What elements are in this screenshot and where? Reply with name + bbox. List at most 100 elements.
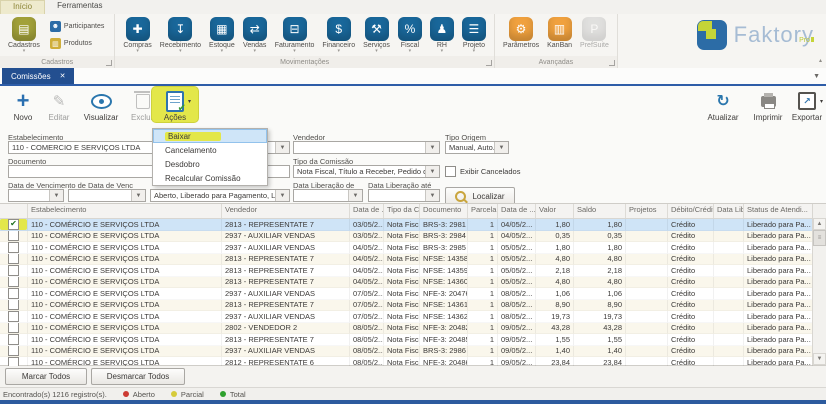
exportar-button[interactable]: ↗▾Exportar — [790, 87, 824, 122]
ribbon-button-recebimento[interactable]: ↧Recebimento▾ — [156, 17, 205, 53]
chevron-down-icon[interactable]: ▼ — [425, 190, 439, 201]
checkbox-cell[interactable] — [0, 334, 28, 346]
tipo-origem-select[interactable]: Manual, Auto...▼ — [445, 141, 509, 154]
marcar-todos-button[interactable]: Marcar Todos — [5, 368, 87, 385]
atualizar-button[interactable]: ↻Atualizar — [700, 87, 746, 122]
row-checkbox-icon[interactable] — [8, 254, 19, 265]
table-row[interactable]: ✔110 - COMÉRCIO E SERVIÇOS LTDA2813 - RE… — [0, 219, 813, 231]
exibir-cancelados-checkbox[interactable]: Exibir Cancelados — [445, 166, 520, 177]
ribbon-button-faturamento[interactable]: ⊟Faturamento▾ — [271, 17, 319, 53]
checkbox-icon[interactable] — [445, 166, 456, 177]
menu-item-desdobro[interactable]: Desdobro — [153, 157, 267, 171]
column-header-data-de-[interactable]: Data de ... — [350, 204, 384, 218]
checkbox-cell[interactable] — [0, 346, 28, 358]
table-row[interactable]: 110 - COMÉRCIO E SERVIÇOS LTDA2937 - AUX… — [0, 288, 813, 300]
table-row[interactable]: 110 - COMÉRCIO E SERVIÇOS LTDA2813 - REP… — [0, 265, 813, 277]
checkbox-cell[interactable]: ✔ — [0, 219, 28, 231]
column-header-tipo-da-com-[interactable]: Tipo da Com... — [384, 204, 420, 218]
ribbon-button-kanban[interactable]: ▥KanBan — [543, 17, 576, 49]
vertical-scrollbar[interactable]: ▲ ≡ ▼ — [812, 204, 826, 365]
row-checkbox-icon[interactable] — [8, 346, 19, 357]
data-liberacao-ate-select[interactable]: ▼ — [368, 189, 440, 202]
novo-button[interactable]: +Novo — [6, 87, 40, 122]
table-row[interactable]: 110 - COMÉRCIO E SERVIÇOS LTDA2813 - REP… — [0, 300, 813, 312]
imprimir-button[interactable]: Imprimir — [748, 87, 788, 122]
column-header-data-lib-[interactable]: Data Lib... — [714, 204, 744, 218]
column-header-status-de-atendi-[interactable]: Status de Atendi... — [744, 204, 813, 218]
data-vencimento-ate-select[interactable]: ▼ — [68, 189, 146, 202]
column-header-saldo[interactable]: Saldo — [574, 204, 626, 218]
column-header-debito-credito[interactable]: Débito/Crédito — [668, 204, 714, 218]
tab-close-icon[interactable]: ✕ — [60, 72, 66, 80]
status-select[interactable]: Aberto, Liberado para Pagamento, Li...▼ — [150, 189, 290, 202]
column-header-parcela-n-[interactable]: Parcela Nº — [468, 204, 498, 218]
data-liberacao-de-select[interactable]: ▼ — [293, 189, 363, 202]
vendedor-select[interactable]: ▼ — [293, 141, 440, 154]
table-row[interactable]: 110 - COMÉRCIO E SERVIÇOS LTDA2802 - VEN… — [0, 323, 813, 335]
scrollbar-thumb[interactable]: ≡ — [813, 230, 826, 246]
column-header-vendedor[interactable]: Vendedor — [222, 204, 350, 218]
row-checkbox-icon[interactable] — [8, 323, 19, 334]
chevron-down-icon[interactable]: ▼ — [494, 142, 508, 153]
row-checkbox-icon[interactable] — [8, 242, 19, 253]
ribbon-button-projeto[interactable]: ☰Projeto▾ — [458, 17, 490, 53]
column-header-projetos[interactable]: Projetos — [626, 204, 668, 218]
table-row[interactable]: 110 - COMÉRCIO E SERVIÇOS LTDA2813 - REP… — [0, 254, 813, 266]
table-row[interactable]: 110 - COMÉRCIO E SERVIÇOS LTDA2937 - AUX… — [0, 311, 813, 323]
dialog-launcher-icon[interactable] — [486, 60, 492, 66]
ribbon-button-participantes[interactable]: ☻Participantes — [50, 21, 104, 32]
row-checkbox-icon[interactable]: ✔ — [8, 219, 19, 230]
chevron-down-icon[interactable]: ▼ — [49, 190, 63, 201]
menu-item-baixar[interactable]: Baixar — [153, 129, 267, 143]
ribbon-button-financeiro[interactable]: $Financeiro▾ — [318, 17, 359, 53]
tipo-comissao-select[interactable]: Nota Fiscal, Título a Receber, Pedido de… — [293, 165, 440, 178]
table-row[interactable]: 110 - COMÉRCIO E SERVIÇOS LTDA2937 - AUX… — [0, 242, 813, 254]
checkbox-cell[interactable] — [0, 242, 28, 254]
ribbon-button-rh[interactable]: ♟RH▾ — [426, 17, 458, 53]
column-header-checkbox[interactable] — [0, 204, 28, 218]
row-checkbox-icon[interactable] — [8, 265, 19, 276]
checkbox-cell[interactable] — [0, 231, 28, 243]
chevron-down-icon[interactable]: ▼ — [275, 142, 289, 153]
ribbon-button-estoque[interactable]: ▦Estoque▾ — [205, 17, 239, 53]
row-checkbox-icon[interactable] — [8, 288, 19, 299]
table-row[interactable]: 110 - COMÉRCIO E SERVIÇOS LTDA2937 - AUX… — [0, 231, 813, 243]
tab-list-caret-icon[interactable]: ▼ — [813, 73, 820, 80]
ribbon-button-cadastros[interactable]: ▤Cadastros▾ — [4, 17, 44, 53]
menu-item-cancelamento[interactable]: Cancelamento — [153, 143, 267, 157]
checkbox-cell[interactable] — [0, 311, 28, 323]
row-checkbox-icon[interactable] — [8, 334, 19, 345]
row-checkbox-icon[interactable] — [8, 311, 19, 322]
desmarcar-todos-button[interactable]: Desmarcar Todos — [91, 368, 185, 385]
checkbox-cell[interactable] — [0, 277, 28, 289]
checkbox-cell[interactable] — [0, 288, 28, 300]
checkbox-cell[interactable] — [0, 323, 28, 335]
table-row[interactable]: 110 - COMÉRCIO E SERVIÇOS LTDA2813 - REP… — [0, 277, 813, 289]
scroll-up-icon[interactable]: ▲ — [813, 218, 826, 230]
ribbon-button-servicos[interactable]: ⚒Serviços▾ — [359, 17, 394, 53]
acoes-button[interactable]: ✔▾Ações — [152, 87, 198, 122]
table-row[interactable]: 110 - COMÉRCIO E SERVIÇOS LTDA2813 - REP… — [0, 334, 813, 346]
column-header-documento[interactable]: Documento — [420, 204, 468, 218]
visualizar-button[interactable]: Visualizar — [78, 87, 124, 122]
menu-item-recalcular-comissao[interactable]: Recalcular Comissão — [153, 171, 267, 185]
dialog-launcher-icon[interactable] — [106, 60, 112, 66]
chevron-down-icon[interactable]: ▼ — [348, 190, 362, 201]
ribbon-collapse-icon[interactable]: ▴ — [819, 57, 822, 64]
checkbox-cell[interactable] — [0, 300, 28, 312]
ribbon-button-fiscal[interactable]: %Fiscal▾ — [394, 17, 426, 53]
ribbon-button-compras[interactable]: ✚Compras▾ — [119, 17, 155, 53]
chevron-down-icon[interactable]: ▼ — [131, 190, 145, 201]
chevron-down-icon[interactable]: ▼ — [275, 190, 289, 201]
data-vencimento-de-select[interactable]: ▼ — [8, 189, 64, 202]
column-header-data-de-[interactable]: Data de ... — [498, 204, 536, 218]
row-checkbox-icon[interactable] — [8, 277, 19, 288]
checkbox-cell[interactable] — [0, 265, 28, 277]
ribbon-button-vendas[interactable]: ⇄Vendas▾ — [239, 17, 271, 53]
chevron-down-icon[interactable]: ▼ — [425, 142, 439, 153]
scroll-down-icon[interactable]: ▼ — [813, 353, 826, 365]
ribbon-button-parametros[interactable]: ⚙Parâmetros — [499, 17, 543, 49]
column-header-valor[interactable]: Valor — [536, 204, 574, 218]
menu-tab-ferramentas[interactable]: Ferramentas — [45, 0, 114, 14]
column-header-estabelecimento[interactable]: Estabelecimento — [28, 204, 222, 218]
